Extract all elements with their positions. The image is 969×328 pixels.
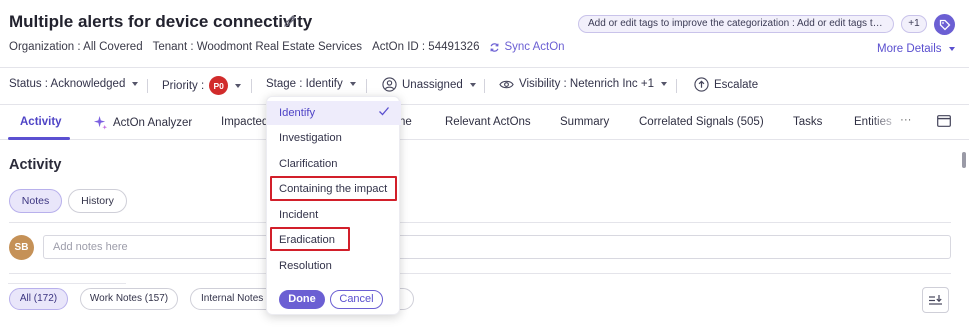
option-label: Identify (279, 107, 316, 119)
page-title: Multiple alerts for device connectivity (9, 12, 313, 31)
tab-bar: Activity ActOn Analyzer Impacted ne Rele… (0, 106, 969, 140)
highlight-box (270, 227, 350, 251)
status-dropdown[interactable]: Status : Acknowledged (9, 78, 139, 90)
separator (366, 79, 367, 93)
eye-icon (499, 80, 514, 88)
stage-option-resolution[interactable]: Resolution (267, 254, 401, 278)
tab-impacted[interactable]: Impacted (221, 116, 268, 128)
sync-icon (490, 42, 500, 52)
option-label: Incident (279, 209, 319, 221)
chevron-down-icon (660, 82, 667, 86)
notes-divider (9, 273, 951, 274)
highlight-box (270, 176, 397, 201)
tags-input-pill[interactable]: Add or edit tags to improve the categori… (578, 15, 894, 33)
statusbar-divider (0, 104, 969, 105)
user-icon (382, 77, 397, 92)
notes-input[interactable] (43, 235, 951, 259)
sync-acton-link[interactable]: Sync ActOn (489, 41, 565, 53)
acton-id-text: ActOn ID : 54491326 (372, 41, 480, 53)
option-label: Resolution (279, 260, 332, 272)
stage-option-clarification[interactable]: Clarification (267, 152, 401, 176)
stage-option-incident[interactable]: Incident (267, 203, 401, 227)
visibility-dropdown[interactable]: Visibility : Netenrich Inc +1 (499, 78, 667, 90)
activity-divider (9, 222, 951, 223)
dropdown-divider (8, 283, 126, 284)
sparkle-icon (93, 115, 108, 130)
scrollbar-thumb[interactable] (962, 152, 966, 168)
stage-label: Stage : Identify (266, 78, 343, 90)
status-label: Status : Acknowledged (9, 78, 126, 90)
status-bar: Status : Acknowledged Priority : P0 Stag… (0, 74, 969, 98)
escalate-icon (694, 77, 709, 92)
sort-button[interactable] (922, 287, 949, 313)
chevron-down-icon (132, 82, 139, 86)
avatar: SB (9, 235, 34, 260)
more-details-label: More Details (877, 43, 942, 55)
cancel-button[interactable]: Cancel (330, 290, 383, 309)
activity-section-title: Activity (9, 157, 62, 173)
stage-dropdown[interactable]: Stage : Identify (266, 78, 356, 90)
priority-label: Priority : (162, 79, 205, 92)
side-panel-icon[interactable] (937, 115, 951, 127)
tab-summary[interactable]: Summary (560, 116, 609, 128)
edit-pencil-icon[interactable] (283, 14, 299, 30)
tab-label: Impacted (221, 116, 269, 128)
sync-acton-label: Sync ActOn (504, 41, 565, 53)
tag-button[interactable] (934, 14, 955, 35)
header-divider (0, 67, 969, 68)
tab-label: Summary (560, 116, 610, 128)
tenant-text: Tenant : Woodmont Real Estate Services (152, 41, 363, 53)
stage-dropdown-menu: Identify Investigation Clarification Con… (266, 96, 401, 315)
chevron-down-icon (948, 47, 955, 51)
filter-all-button[interactable]: All (172) (9, 288, 68, 310)
acton-meta: Organization : All Covered Tenant : Wood… (9, 41, 565, 53)
tab-activity[interactable]: Activity (20, 116, 62, 128)
escalate-label: Escalate (714, 78, 759, 91)
chevron-down-icon (469, 82, 476, 87)
tab-correlated-signals[interactable]: Correlated Signals (505) (639, 116, 764, 128)
escalate-button[interactable]: Escalate (694, 77, 758, 92)
tab-label: Relevant ActOns (445, 116, 531, 128)
visibility-label: Visibility : Netenrich Inc +1 (519, 78, 654, 90)
notes-toggle-button[interactable]: Notes (9, 189, 62, 213)
tab-label: ActOn Analyzer (113, 116, 193, 129)
tab-more-button[interactable]: ··· (900, 114, 912, 126)
tab-label: Tasks (793, 116, 823, 128)
history-toggle-button[interactable]: History (68, 189, 127, 213)
stage-option-identify[interactable]: Identify (267, 101, 401, 125)
option-label: Clarification (279, 158, 338, 170)
filter-internal-notes-button[interactable]: Internal Notes ( (190, 288, 278, 310)
option-label: Investigation (279, 132, 342, 144)
separator (251, 79, 252, 93)
active-tab-indicator (8, 137, 70, 140)
check-icon (379, 107, 389, 116)
tab-tasks[interactable]: Tasks (793, 116, 822, 128)
more-dots-icon: ··· (900, 114, 912, 126)
more-tags-count[interactable]: +1 (901, 15, 927, 33)
chevron-down-icon (235, 83, 242, 88)
tab-acton-analyzer[interactable]: ActOn Analyzer (93, 115, 192, 130)
priority-badge: P0 (209, 76, 229, 95)
acton-header: Multiple alerts for device connectivity … (0, 0, 969, 68)
sort-icon (929, 294, 942, 305)
organization-text: Organization : All Covered (9, 41, 143, 53)
stage-option-investigation[interactable]: Investigation (267, 126, 401, 150)
filter-work-notes-button[interactable]: Work Notes (157) (80, 288, 178, 310)
tag-icon (939, 19, 950, 30)
assignee-dropdown[interactable]: Unassigned (382, 77, 476, 92)
chevron-down-icon (349, 82, 356, 86)
tab-relevant-actons[interactable]: Relevant ActOns (445, 116, 531, 128)
priority-dropdown[interactable]: Priority : P0 (162, 76, 242, 95)
tab-label: Activity (20, 116, 62, 128)
tab-label: Correlated Signals (505) (639, 116, 764, 128)
separator (676, 79, 677, 93)
separator (484, 79, 485, 93)
assignee-label: Unassigned (402, 78, 463, 91)
more-details-link[interactable]: More Details (877, 43, 955, 55)
separator (147, 79, 148, 93)
done-button[interactable]: Done (279, 290, 325, 309)
